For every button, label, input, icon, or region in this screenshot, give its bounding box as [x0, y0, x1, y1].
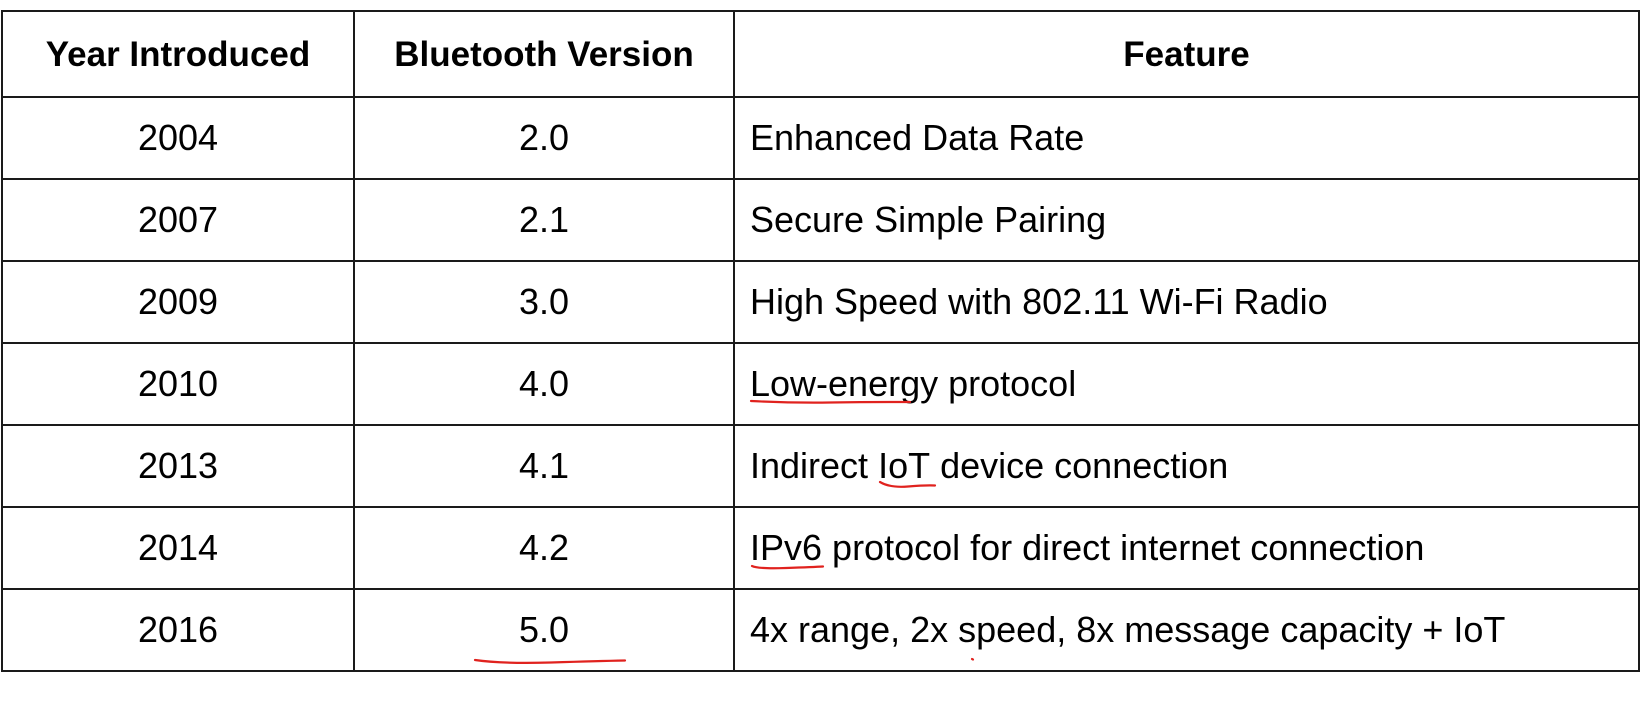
header-feature: Feature — [733, 10, 1640, 98]
feature-text-fragment: Low-energy — [750, 363, 939, 404]
version-cell: 2.1 — [353, 178, 735, 262]
table-row: 2007 2.1 Secure Simple Pairing — [1, 178, 1640, 262]
bluetooth-versions-table: Year Introduced Bluetooth Version Featur… — [1, 10, 1640, 672]
feature-text-fragment: IPv6 — [750, 527, 823, 568]
year-cell: 2013 — [1, 424, 355, 508]
feature-text-fragment: device connection — [930, 445, 1229, 486]
underlined-term-version-5: 5.0 — [473, 609, 627, 664]
feature-cell: Secure Simple Pairing — [733, 178, 1640, 262]
table-header-row: Year Introduced Bluetooth Version Featur… — [1, 10, 1640, 98]
feature-cell: Enhanced Data Rate — [733, 96, 1640, 180]
version-cell: 5.0 — [353, 588, 735, 672]
underlined-term-low-energy: Low-energy — [749, 363, 939, 404]
feature-text-fragment: 4x range, 2x speed, 8x message capacity … — [750, 609, 1506, 650]
table-row: 2009 3.0 High Speed with 802.11 Wi-Fi Ra… — [1, 260, 1640, 344]
feature-cell: Low-energy protocol — [733, 342, 1640, 426]
year-cell: 2014 — [1, 506, 355, 590]
header-bluetooth-version: Bluetooth Version — [353, 10, 735, 98]
feature-text-fragment: Indirect — [750, 445, 879, 486]
feature-cell: 4x range, 2x speed, 8x message capacity … — [733, 588, 1640, 672]
year-cell: 2004 — [1, 96, 355, 180]
underlined-term-iot: IoT — [878, 445, 937, 488]
feature-text-fragment: IoT — [878, 445, 931, 486]
year-cell: 2007 — [1, 178, 355, 262]
red-ink-dot — [970, 657, 975, 661]
feature-cell: IPv6 protocol for direct internet connec… — [733, 506, 1640, 590]
year-cell: 2009 — [1, 260, 355, 344]
feature-cell: Indirect IoT device connection — [733, 424, 1640, 508]
version-cell: 3.0 — [353, 260, 735, 344]
table-row: 2010 4.0 Low-energy protocol — [1, 342, 1640, 426]
red-underline-stroke — [473, 658, 627, 664]
table-row: 2016 5.0 4x range, 2x speed, 8x message … — [1, 588, 1640, 672]
feature-cell: High Speed with 802.11 Wi-Fi Radio — [733, 260, 1640, 344]
feature-text-fragment: protocol for direct internet connection — [822, 527, 1425, 568]
version-cell: 4.0 — [353, 342, 735, 426]
year-cell: 2016 — [1, 588, 355, 672]
table-row: 2013 4.1 Indirect IoT device connection — [1, 424, 1640, 508]
version-text: 5.0 — [518, 609, 570, 650]
version-cell: 2.0 — [353, 96, 735, 180]
underlined-term-ipv6: IPv6 — [750, 527, 825, 570]
table-row: 2014 4.2 IPv6 protocol for direct intern… — [1, 506, 1640, 590]
year-cell: 2010 — [1, 342, 355, 426]
version-cell: 4.1 — [353, 424, 735, 508]
feature-text-with-dot: 4x range, 2x speed, 8x message capacity … — [750, 609, 1506, 661]
feature-text-fragment: protocol — [938, 363, 1077, 404]
table-row: 2004 2.0 Enhanced Data Rate — [1, 96, 1640, 180]
version-cell: 4.2 — [353, 506, 735, 590]
header-year-introduced: Year Introduced — [1, 10, 355, 98]
